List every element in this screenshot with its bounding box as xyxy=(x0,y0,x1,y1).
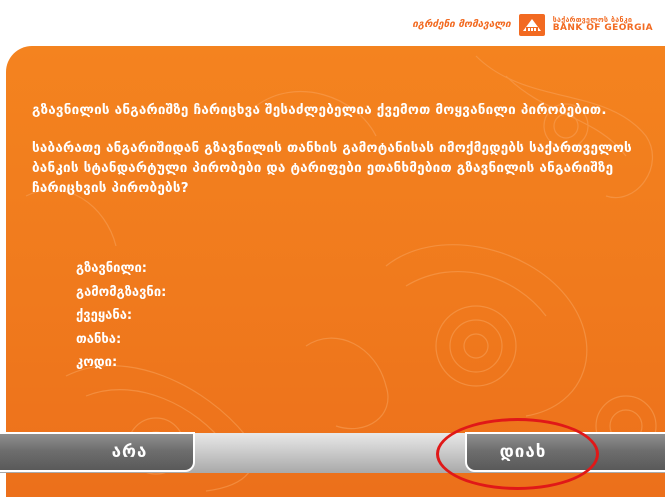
field-transfer-label: გზავნილი: xyxy=(76,261,147,276)
message-paragraph-1: გზავნილის ანგარიშზე ჩარიცხვა შესაძლებელი… xyxy=(32,102,607,118)
brand-tagline: იგრძენი მომავალი xyxy=(412,19,511,30)
header-bar: იგრძენი მომავალი საქართველოს ბანკი BANK … xyxy=(0,0,665,46)
field-code-label: კოდი: xyxy=(76,355,118,370)
yes-button-label: დიახ xyxy=(499,442,547,462)
field-amount-label: თანხა: xyxy=(76,331,122,347)
message-panel: გზავნილის ანგარიშზე ჩარიცხვა შესაძლებელი… xyxy=(6,46,665,497)
bank-logo-text: საქართველოს ბანკი BANK OF GEORGIA xyxy=(552,16,653,34)
no-button-label: არა xyxy=(111,442,148,462)
atm-screen: იგრძენი მომავალი საქართველოს ბანკი BANK … xyxy=(0,0,665,497)
logo-text-english: BANK OF GEORGIA xyxy=(552,22,653,33)
field-sender-label: გამომგზავნი: xyxy=(76,284,167,300)
transfer-conditions-message: გზავნილის ანგარიშზე ჩარიცხვა შესაძლებელი… xyxy=(32,100,632,216)
no-button[interactable]: არა xyxy=(0,432,195,472)
transfer-details-list: გზავნილი: გამომგზავნი: ქვეყანა: თანხა: კ… xyxy=(76,257,166,375)
yes-button[interactable]: დიახ xyxy=(465,432,665,472)
field-country-label: ქვეყანა: xyxy=(76,308,133,323)
message-paragraph-2: საბარათე ანგარიშიდან გზავნილის თანხის გა… xyxy=(32,140,632,196)
bank-logo-icon xyxy=(518,14,545,36)
brand-block: იგრძენი მომავალი საქართველოს ბანკი BANK … xyxy=(412,14,653,36)
